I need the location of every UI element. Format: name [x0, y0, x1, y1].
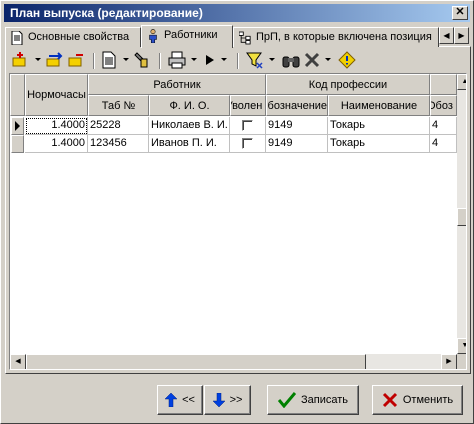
- column-header-extra[interactable]: Обоз: [430, 95, 457, 116]
- group-header-profession-code: Код профессии: [266, 74, 430, 95]
- workers-grid[interactable]: Нормочасы Работник Код профессии Таб № Ф…: [9, 73, 467, 370]
- column-header-fired[interactable]: Уволен: [230, 95, 266, 116]
- tab-strip: Основные свойства Работники ПрП, в котор…: [5, 25, 471, 48]
- vertical-scroll-thumb[interactable]: [457, 208, 466, 226]
- tab-label: Основные свойства: [28, 31, 130, 43]
- column-header-designation[interactable]: Обозначение: [266, 95, 328, 116]
- filter-icon[interactable]: [245, 51, 265, 71]
- cell-designation[interactable]: 9149: [266, 117, 328, 135]
- cell-name[interactable]: Токарь: [328, 135, 430, 153]
- info-icon[interactable]: [337, 51, 357, 71]
- cell-designation[interactable]: 9149: [266, 135, 328, 153]
- fired-checkbox[interactable]: [242, 138, 253, 149]
- move-icon[interactable]: [45, 51, 65, 71]
- tab-label: Работники: [164, 29, 218, 41]
- column-header-fio[interactable]: Ф. И. О.: [149, 95, 230, 116]
- binoculars-icon[interactable]: [281, 51, 301, 71]
- scroll-left-button[interactable]: ◀: [10, 354, 26, 369]
- horizontal-scroll-thumb[interactable]: [26, 354, 366, 369]
- tab-label: ПрП, в которые включена позиция: [256, 31, 432, 43]
- add-icon[interactable]: [11, 51, 29, 71]
- person-icon: [149, 29, 157, 43]
- cell-fio[interactable]: Иванов П. И.: [149, 135, 230, 153]
- cell-tab-no[interactable]: 25228: [88, 117, 149, 135]
- cross-icon: [382, 392, 397, 408]
- cell-fired[interactable]: [230, 117, 266, 135]
- column-header-name[interactable]: Наименование: [328, 95, 430, 116]
- cell-extra[interactable]: 4: [430, 135, 457, 153]
- cell-hours[interactable]: 1.4000: [25, 117, 88, 135]
- toolbar: [9, 51, 465, 71]
- add-dropdown-arrow[interactable]: [35, 58, 41, 61]
- fired-checkbox[interactable]: [242, 120, 253, 131]
- document-icon[interactable]: [101, 51, 117, 71]
- arrow-down-icon: [212, 393, 225, 407]
- scroll-down-button[interactable]: ▼: [457, 338, 466, 354]
- edit-window: План выпуска (редактирование) ✕ Основные…: [0, 0, 474, 424]
- row-indicator-header: [10, 74, 25, 116]
- cell-extra[interactable]: 4: [430, 117, 457, 135]
- cell-fio[interactable]: Николаев В. И.: [149, 117, 230, 135]
- close-button[interactable]: ✕: [452, 6, 468, 20]
- window-title: План выпуска (редактирование): [10, 6, 203, 20]
- cell-fired[interactable]: [230, 135, 266, 153]
- save-label: Записать: [300, 394, 348, 406]
- run-dropdown-arrow[interactable]: [221, 58, 227, 61]
- vertical-scrollbar[interactable]: ▲ ▼: [457, 74, 466, 354]
- cell-hours[interactable]: 1.4000: [25, 135, 88, 153]
- tab-scroll-right[interactable]: ▶: [454, 27, 469, 44]
- move-up-label: <<: [182, 394, 195, 406]
- arrow-up-icon: [165, 393, 178, 407]
- row-indicator-current[interactable]: [11, 117, 24, 135]
- run-icon[interactable]: [203, 51, 217, 71]
- cancel-label: Отменить: [402, 394, 454, 406]
- tab-main-properties[interactable]: Основные свойства: [5, 27, 141, 47]
- move-down-label: >>: [229, 394, 243, 406]
- save-button[interactable]: Записать: [267, 385, 359, 415]
- cell-name[interactable]: Токарь: [328, 117, 430, 135]
- scrollbar-corner: [457, 354, 466, 369]
- group-header-extra: [430, 74, 457, 95]
- filter-dropdown-arrow[interactable]: [269, 58, 275, 61]
- move-down-button[interactable]: >>: [204, 385, 251, 415]
- tab-workers[interactable]: Работники: [141, 25, 233, 48]
- row-indicator[interactable]: [11, 135, 24, 153]
- delete-icon[interactable]: [67, 51, 85, 71]
- tools-icon[interactable]: [303, 51, 323, 71]
- scroll-right-button[interactable]: ▶: [441, 354, 457, 369]
- tab-scroll-left[interactable]: ◀: [439, 27, 454, 44]
- cell-tab-no[interactable]: 123456: [88, 135, 149, 153]
- horizontal-scrollbar[interactable]: ◀ ▶: [10, 354, 457, 369]
- document-icon: [11, 31, 23, 45]
- cancel-button[interactable]: Отменить: [372, 385, 463, 415]
- tool-icon[interactable]: [133, 51, 151, 71]
- tools-dropdown-arrow[interactable]: [325, 58, 331, 61]
- hierarchy-icon: [239, 31, 251, 45]
- tab-production-plans[interactable]: ПрП, в которые включена позиция: [233, 27, 439, 47]
- print-icon[interactable]: [167, 51, 187, 71]
- print-dropdown-arrow[interactable]: [191, 58, 197, 61]
- checkmark-icon: [277, 392, 296, 408]
- group-header-worker: Работник: [88, 74, 266, 95]
- column-header-tab-no[interactable]: Таб №: [88, 95, 149, 116]
- scroll-up-button[interactable]: ▲: [457, 74, 466, 90]
- move-up-button[interactable]: <<: [157, 385, 203, 415]
- title-bar: План выпуска (редактирование) ✕: [4, 4, 470, 22]
- column-header-hours[interactable]: Нормочасы: [25, 74, 88, 116]
- document-dropdown-arrow[interactable]: [123, 58, 129, 61]
